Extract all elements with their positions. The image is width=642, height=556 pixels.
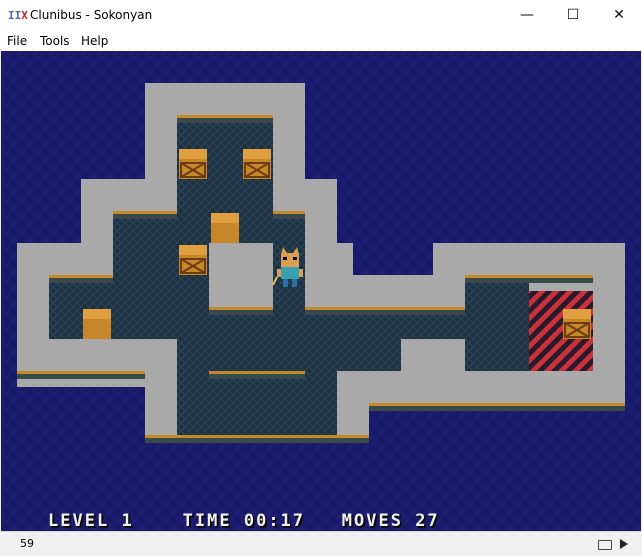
crate [243, 149, 271, 179]
minimize-button[interactable]: — [504, 0, 550, 31]
menu-tools[interactable]: Tools [40, 33, 70, 49]
app-icon: IIX [8, 9, 28, 22]
menu-help[interactable]: Help [81, 33, 108, 49]
window-title: Clunibus - Sokonyan [30, 8, 153, 22]
crate [83, 309, 111, 339]
crate [179, 245, 207, 275]
crate [211, 213, 239, 243]
maximize-button[interactable]: ☐ [550, 0, 596, 31]
crate [179, 149, 207, 179]
title-bar[interactable]: IIX Clunibus - Sokonyan — ☐ ✕ [0, 0, 642, 31]
hud: LEVEL 1 TIME 00:17 MOVES 27 [48, 511, 440, 531]
status-bar: 59 [0, 531, 642, 556]
crate [563, 309, 591, 339]
play-icon[interactable] [620, 539, 628, 549]
menu-file[interactable]: File [7, 33, 27, 49]
close-button[interactable]: ✕ [596, 0, 642, 31]
time-label: TIME [182, 511, 232, 531]
level-value: 1 [121, 511, 134, 531]
fps-counter: 59 [20, 537, 34, 550]
moves-label: MOVES [341, 511, 403, 531]
time-value: 00:17 [243, 511, 306, 531]
menu-bar: File Tools Help [0, 31, 642, 51]
moves-value: 27 [415, 511, 440, 531]
level-label: LEVEL [48, 511, 110, 531]
keyboard-icon[interactable] [598, 540, 612, 550]
game-canvas[interactable] [1, 51, 641, 531]
